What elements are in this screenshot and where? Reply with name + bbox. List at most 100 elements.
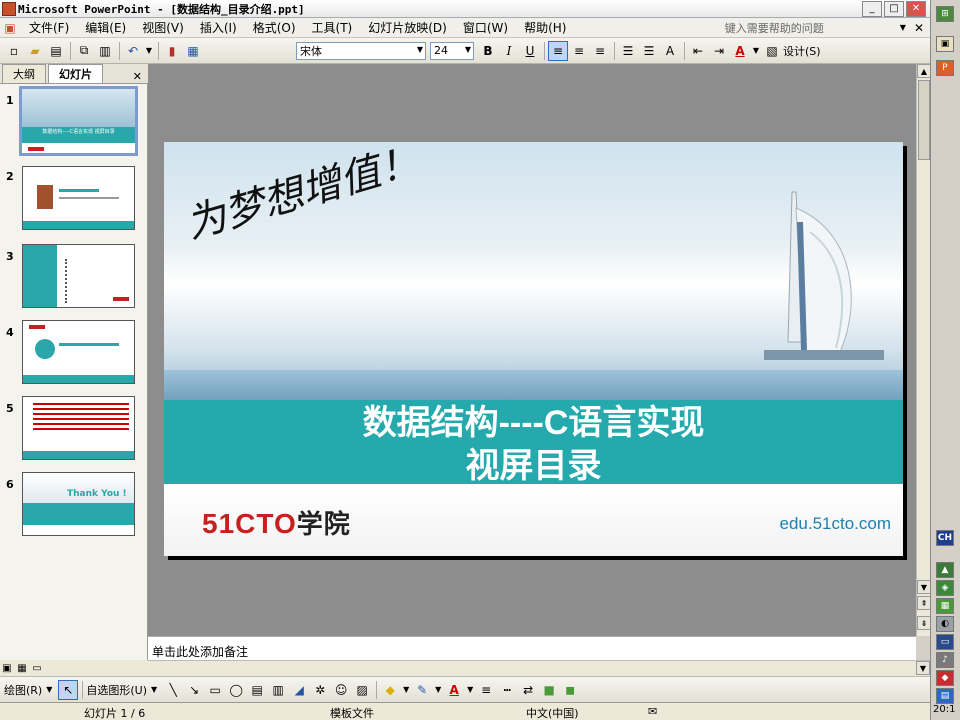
3d-icon[interactable]: ◼ [560, 680, 580, 700]
slide-thumbnail-2[interactable] [22, 166, 135, 230]
security-icon[interactable]: ◆ [936, 670, 954, 686]
line-style-icon[interactable]: ≡ [476, 680, 496, 700]
vertical-textbox-icon[interactable]: ▥ [268, 680, 288, 700]
font-color-dropdown-icon[interactable]: ▼ [751, 41, 761, 61]
close-icon[interactable]: ✕ [133, 70, 142, 83]
new-icon[interactable]: ▫ [4, 41, 24, 61]
scroll-thumb[interactable] [918, 80, 930, 160]
volume-icon[interactable]: ♪ [936, 652, 954, 668]
menu-file[interactable]: 文件(F) [21, 19, 77, 36]
doc-close-icon[interactable]: ✕ [914, 21, 924, 35]
app-icon[interactable]: ▣ [936, 36, 954, 52]
picture-icon[interactable]: ▨ [352, 680, 372, 700]
tray-icon[interactable]: ◐ [936, 616, 954, 632]
align-right-icon[interactable]: ≡ [590, 41, 610, 61]
previous-slide-icon[interactable]: ⇞ [917, 596, 931, 610]
powerpoint-task-icon[interactable]: P [936, 60, 954, 76]
dash-style-icon[interactable]: ┅ [497, 680, 517, 700]
font-color-draw-icon[interactable]: A [444, 680, 464, 700]
ime-indicator[interactable]: CH [936, 530, 954, 546]
minimize-button[interactable]: _ [862, 0, 882, 17]
help-search-input[interactable]: 键入需要帮助的问题 [725, 20, 900, 36]
font-size-select[interactable]: 24 ▼ [430, 41, 474, 60]
arrow-style-icon[interactable]: ⇄ [518, 680, 538, 700]
arrow-icon[interactable]: ↘ [184, 680, 204, 700]
slide-thumbnail-3[interactable] [22, 244, 135, 308]
line-color-dropdown-icon[interactable]: ▼ [433, 680, 443, 700]
tray-icon[interactable]: ▤ [936, 688, 954, 704]
design-icon[interactable]: ▧ [762, 41, 782, 61]
tray-icon[interactable]: ▦ [936, 598, 954, 614]
font-color-draw-dropdown-icon[interactable]: ▼ [465, 680, 475, 700]
rectangle-icon[interactable]: ▭ [205, 680, 225, 700]
menu-format[interactable]: 格式(O) [245, 19, 304, 36]
undo-dropdown-icon[interactable]: ▼ [144, 41, 154, 61]
menu-insert[interactable]: 插入(I) [192, 19, 245, 36]
menu-window[interactable]: 窗口(W) [455, 19, 516, 36]
scroll-up-icon[interactable]: ▲ [917, 64, 931, 78]
slide-title-line2[interactable]: 视屏目录 [164, 438, 903, 487]
undo-icon[interactable]: ↶ [123, 41, 143, 61]
tab-outline[interactable]: 大纲 [2, 64, 46, 83]
design-button[interactable]: 设计(S) [783, 43, 821, 59]
font-color-icon[interactable]: A [730, 41, 750, 61]
document-icon[interactable]: ▣ [0, 18, 20, 38]
slideshow-icon[interactable]: ▭ [30, 661, 44, 675]
clock[interactable]: 20:1 [933, 704, 955, 715]
slide-sorter-icon[interactable]: ▦ [15, 661, 29, 675]
autoshapes-menu-button[interactable]: 自选图形(U) [86, 682, 147, 698]
current-slide[interactable]: 为梦想增值！ 数据结构----C语言实现 视屏目录 51CTO学院 edu.51… [164, 138, 903, 556]
chart-icon[interactable]: ▮ [162, 41, 182, 61]
increase-font-icon[interactable]: A [660, 41, 680, 61]
help-dropdown-icon[interactable]: ▼ [900, 23, 906, 32]
bold-button[interactable]: B [478, 41, 498, 61]
clipart-icon[interactable]: ☺ [331, 680, 351, 700]
maximize-button[interactable]: □ [884, 0, 904, 17]
select-pointer-icon[interactable]: ↖ [58, 679, 79, 700]
increase-indent-icon[interactable]: ⇥ [709, 41, 729, 61]
table-icon[interactable]: ▦ [183, 41, 203, 61]
underline-button[interactable]: U [520, 41, 540, 61]
scroll-down-icon[interactable]: ▼ [917, 580, 931, 594]
tray-icon[interactable]: ▲ [936, 562, 954, 578]
menu-help[interactable]: 帮助(H) [516, 19, 574, 36]
scroll-down-notes-icon[interactable]: ▼ [916, 661, 930, 675]
menu-edit[interactable]: 编辑(E) [77, 19, 134, 36]
bullet-list-icon[interactable]: ☰ [639, 41, 659, 61]
align-left-icon[interactable]: ≡ [548, 40, 568, 61]
align-center-icon[interactable]: ≡ [569, 41, 589, 61]
menu-tools[interactable]: 工具(T) [304, 19, 361, 36]
textbox-icon[interactable]: ▤ [247, 680, 267, 700]
shadow-icon[interactable]: ■ [539, 680, 559, 700]
open-icon[interactable]: ▰ [25, 41, 45, 61]
font-name-select[interactable]: 宋体 ▼ [296, 41, 426, 60]
fill-color-icon[interactable]: ◆ [380, 680, 400, 700]
oval-icon[interactable]: ◯ [226, 680, 246, 700]
slide-title-line1[interactable]: 数据结构----C语言实现 [164, 395, 903, 444]
notes-pane[interactable]: 单击此处添加备注 [148, 636, 916, 660]
slide-thumbnail-5[interactable] [22, 396, 135, 460]
windows-icon[interactable]: ⊞ [936, 6, 954, 22]
numbered-list-icon[interactable]: ☰ [618, 41, 638, 61]
spelling-icon[interactable]: ✉ [648, 705, 657, 718]
slide-thumbnail-4[interactable] [22, 320, 135, 384]
tab-slides[interactable]: 幻灯片 [48, 64, 103, 83]
vertical-scrollbar[interactable]: ▲ ▼ ⇞ ⇟ [916, 64, 931, 636]
decrease-indent-icon[interactable]: ⇤ [688, 41, 708, 61]
fill-color-dropdown-icon[interactable]: ▼ [401, 680, 411, 700]
italic-button[interactable]: I [499, 41, 519, 61]
next-slide-icon[interactable]: ⇟ [917, 616, 931, 630]
slide-thumbnail-6[interactable]: Thank You ! [22, 472, 135, 536]
paste-icon[interactable]: ▥ [95, 41, 115, 61]
print-icon[interactable]: ▤ [46, 41, 66, 61]
network-icon[interactable]: ◈ [936, 580, 954, 596]
line-icon[interactable]: ╲ [163, 680, 183, 700]
horizontal-scrollbar[interactable]: ▼ [148, 660, 930, 676]
copy-icon[interactable]: ⧉ [74, 41, 94, 61]
monitor-icon[interactable]: ▭ [936, 634, 954, 650]
wordart-icon[interactable]: ◢ [289, 680, 309, 700]
slide-thumbnail-1[interactable]: 数据结构----C语言实现 视屏目录 [19, 86, 138, 156]
line-color-icon[interactable]: ✎ [412, 680, 432, 700]
powerpoint-icon[interactable] [2, 1, 16, 16]
draw-menu-button[interactable]: 绘图(R) [4, 682, 42, 698]
